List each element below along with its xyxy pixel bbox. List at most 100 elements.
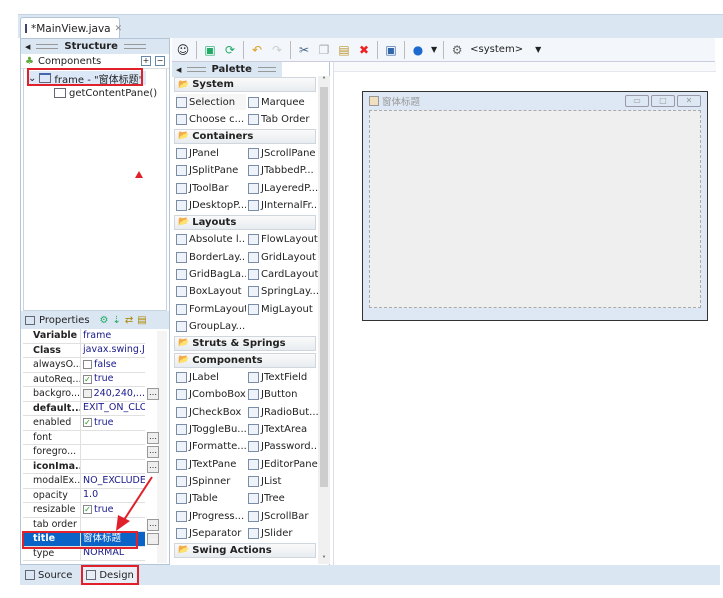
palette-item[interactable]: GridLayout: [248, 249, 318, 265]
convert-icon[interactable]: ▣: [203, 43, 217, 57]
palette-item[interactable]: FormLayout: [176, 301, 246, 317]
palette-item[interactable]: JComboBox: [176, 387, 246, 403]
palette-item[interactable]: JTextPane: [176, 456, 246, 472]
show-advanced-icon[interactable]: ⇄: [125, 315, 133, 326]
palette-item[interactable]: MigLayout: [248, 301, 318, 317]
globe-dropdown-icon[interactable]: ▼: [431, 45, 437, 54]
palette-item[interactable]: JLabel: [176, 370, 246, 386]
tab-design[interactable]: Design: [81, 565, 139, 585]
jframe-preview[interactable]: 窗体标题 ▭ □ ✕: [362, 91, 708, 321]
redo-icon[interactable]: ↷: [270, 43, 284, 57]
checkbox[interactable]: ✓: [83, 418, 92, 428]
palette-item[interactable]: Choose c...: [176, 111, 246, 127]
palette-item[interactable]: JSlider: [248, 525, 318, 541]
ellipsis-button[interactable]: …: [147, 460, 159, 473]
palette-section-containers[interactable]: 📂 Containers: [174, 128, 316, 144]
checkbox[interactable]: ✓: [83, 374, 92, 384]
palette-item[interactable]: GridBagLa...: [176, 266, 246, 282]
look-and-feel-dropdown-icon[interactable]: ▼: [535, 45, 541, 54]
property-row[interactable]: default...EXIT_ON_CLOSE: [23, 401, 145, 416]
content-pane[interactable]: [369, 110, 701, 308]
palette-item[interactable]: JTextArea: [248, 422, 318, 438]
property-value[interactable]: 240,240,...: [81, 387, 145, 401]
palette-scrollbar[interactable]: ˄ ˅: [318, 76, 330, 564]
palette-item[interactable]: JSeparator: [176, 525, 246, 541]
palette-item[interactable]: Selection: [176, 94, 246, 110]
undo-icon[interactable]: ↶: [250, 43, 264, 57]
paste-icon[interactable]: ▤: [337, 43, 351, 57]
palette-item[interactable]: JProgress...: [176, 508, 246, 524]
delete-icon[interactable]: ✖: [357, 43, 371, 57]
palette-item[interactable]: SpringLay...: [248, 284, 318, 300]
property-row[interactable]: font…: [23, 430, 159, 445]
restore-default-icon[interactable]: ▤: [137, 315, 146, 326]
palette-item[interactable]: JScrollPane: [248, 146, 318, 162]
property-row[interactable]: autoReq... ✓ true: [23, 372, 145, 387]
close-icon[interactable]: ✕: [115, 24, 123, 34]
palette-item[interactable]: JToolBar: [176, 180, 246, 196]
property-row[interactable]: enabled ✓ true: [23, 416, 145, 431]
property-value[interactable]: javax.swing.JFr...: [81, 344, 145, 358]
property-value[interactable]: EXIT_ON_CLOSE: [81, 402, 145, 416]
look-and-feel-select[interactable]: <system>: [470, 44, 523, 55]
property-row[interactable]: Variable frame: [23, 329, 145, 344]
palette-section-layouts[interactable]: 📂 Layouts: [174, 214, 316, 230]
property-row[interactable]: alwaysO... false: [23, 358, 145, 373]
palette-item[interactable]: JPassword...: [248, 439, 318, 455]
palette-item[interactable]: JTable: [176, 491, 246, 507]
palette-item[interactable]: JDesktopP...: [176, 198, 246, 214]
palette-item[interactable]: JScrollBar: [248, 508, 318, 524]
property-value[interactable]: [81, 460, 145, 474]
palette-section-components[interactable]: 📂 Components: [174, 352, 316, 368]
palette-item[interactable]: CardLayout: [248, 266, 318, 282]
palette-item[interactable]: FlowLayout: [248, 232, 318, 248]
property-value[interactable]: [81, 445, 145, 459]
palette-item[interactable]: JList: [248, 473, 318, 489]
expand-all-icon[interactable]: +: [141, 56, 151, 66]
palette-item[interactable]: JPanel: [176, 146, 246, 162]
test-gui-icon[interactable]: ☺: [176, 43, 190, 57]
palette-item[interactable]: JEditorPane: [248, 456, 318, 472]
ellipsis-button[interactable]: …: [147, 388, 159, 400]
cut-icon[interactable]: ✂: [297, 43, 311, 57]
refresh-icon[interactable]: ⟳: [223, 43, 237, 57]
property-value[interactable]: frame: [81, 329, 145, 343]
tab-source[interactable]: Source: [22, 565, 75, 585]
scroll-up-icon[interactable]: ˄: [318, 76, 330, 85]
palette-section-struts-springs[interactable]: 📂 Struts & Springs: [174, 335, 316, 351]
palette-item[interactable]: JRadioBut...: [248, 404, 318, 420]
palette-item[interactable]: JFormatte...: [176, 439, 246, 455]
property-row[interactable]: foregro...…: [23, 445, 159, 460]
ellipsis-button[interactable]: …: [147, 431, 159, 444]
palette-section-system[interactable]: 📂 System: [174, 77, 316, 92]
palette-item[interactable]: BoxLayout: [176, 284, 246, 300]
palette-item[interactable]: GroupLay...: [176, 318, 246, 334]
globe-icon[interactable]: ●: [411, 43, 425, 57]
palette-item[interactable]: JSplitPane: [176, 163, 246, 179]
palette-item[interactable]: Absolute l...: [176, 232, 246, 248]
palette-item[interactable]: JTextField: [248, 370, 318, 386]
property-value[interactable]: false: [81, 358, 145, 372]
palette-item[interactable]: JTree: [248, 491, 318, 507]
palette-item[interactable]: BorderLay...: [176, 249, 246, 265]
close-icon[interactable]: ✕: [677, 95, 701, 107]
palette-item[interactable]: JTabbedP...: [248, 163, 318, 179]
maximize-icon[interactable]: □: [651, 95, 675, 107]
checkbox[interactable]: [83, 360, 92, 370]
editor-tab-mainview[interactable]: *MainView.java ✕: [20, 17, 123, 39]
show-events-icon[interactable]: ⚙: [100, 315, 109, 326]
minimize-icon[interactable]: ▭: [625, 95, 649, 107]
property-value[interactable]: [81, 431, 145, 445]
design-canvas[interactable]: 窗体标题 ▭ □ ✕: [333, 62, 716, 565]
checkbox[interactable]: ✓: [83, 505, 92, 515]
copy-icon[interactable]: ❐: [317, 43, 331, 57]
ellipsis-button[interactable]: …: [147, 446, 159, 458]
palette-item[interactable]: JSpinner: [176, 473, 246, 489]
minimize-arrow-icon[interactable]: ◀: [25, 43, 30, 51]
property-value[interactable]: ✓ true: [81, 373, 145, 387]
property-value[interactable]: ✓ true: [81, 416, 145, 430]
palette-item[interactable]: JCheckBox: [176, 404, 246, 420]
preview-icon[interactable]: ▣: [384, 43, 398, 57]
palette-item[interactable]: Marquee: [248, 94, 318, 110]
collapse-all-icon[interactable]: −: [155, 56, 165, 66]
